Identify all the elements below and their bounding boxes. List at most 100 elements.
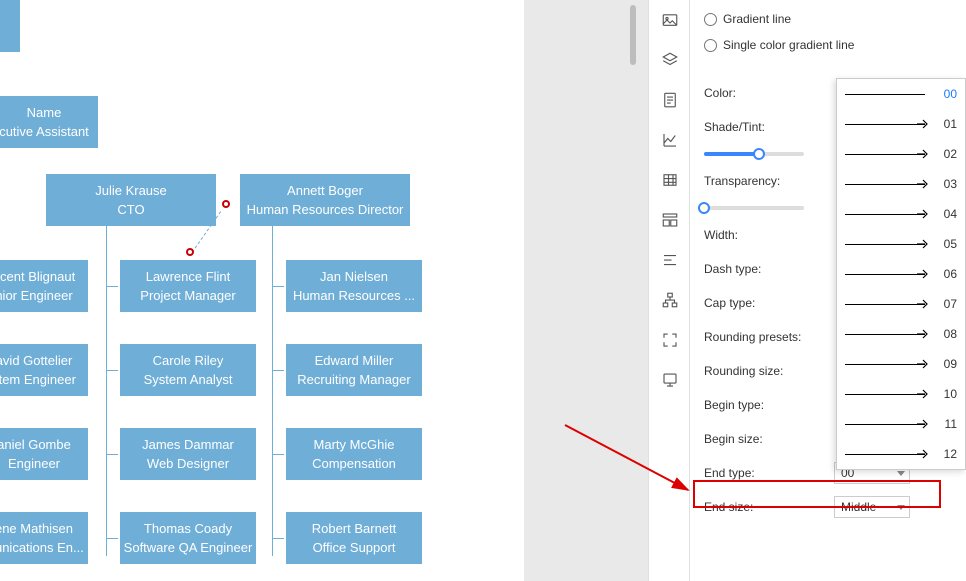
select-value: Middle (841, 500, 876, 514)
dropdown-item-label: 05 (937, 237, 957, 251)
dropdown-item-label: 06 (937, 267, 957, 281)
dropdown-item[interactable]: 00 (837, 79, 965, 109)
prop-label: Transparency: (704, 174, 834, 188)
org-node[interactable]: Marty McGhie Compensation (286, 428, 422, 480)
node-subtitle: Human Resources ... (293, 286, 415, 306)
dropdown-item[interactable]: 10 (837, 379, 965, 409)
arrow-icon (915, 177, 929, 191)
org-node-hr-director[interactable]: Annett Boger Human Resources Director (240, 174, 410, 226)
org-node[interactable]: Lawrence Flint Project Manager (120, 260, 256, 312)
image-icon[interactable] (649, 0, 691, 40)
node-subtitle: Web Designer (147, 454, 229, 474)
node-title: Thomas Coady (144, 519, 232, 539)
prop-label: End type: (704, 466, 834, 480)
slider-thumb[interactable] (698, 202, 710, 214)
org-node[interactable]: Edward Miller Recruiting Manager (286, 344, 422, 396)
drag-handle-end[interactable] (222, 200, 230, 208)
node-title: Julie Krause (95, 181, 167, 201)
chevron-down-icon (897, 471, 905, 476)
dropdown-item-label: 08 (937, 327, 957, 341)
canvas-margin (524, 0, 648, 581)
arrow-icon (915, 357, 929, 371)
dropdown-item[interactable]: 05 (837, 229, 965, 259)
node-title: Name (27, 103, 62, 123)
transparency-slider[interactable] (704, 206, 804, 210)
node-subtitle: Software QA Engineer (124, 538, 253, 558)
dropdown-item[interactable]: 08 (837, 319, 965, 349)
org-node[interactable]: Robert Barnett Office Support (286, 512, 422, 564)
connector (272, 538, 284, 539)
org-node[interactable]: Thomas Coady Software QA Engineer (120, 512, 256, 564)
org-node-assistant[interactable]: Name cutive Assistant (0, 96, 98, 148)
prop-label: Width: (704, 228, 834, 242)
connector (272, 370, 284, 371)
slider-thumb[interactable] (753, 148, 765, 160)
node-title: James Dammar (142, 435, 234, 455)
orgchart-icon[interactable] (649, 280, 691, 320)
radio-input[interactable] (704, 13, 717, 26)
dropdown-item[interactable]: 12 (837, 439, 965, 469)
connector (106, 370, 118, 371)
dropdown-item[interactable]: 07 (837, 289, 965, 319)
dropdown-item[interactable]: 03 (837, 169, 965, 199)
radio-input[interactable] (704, 39, 717, 52)
table-icon[interactable] (649, 160, 691, 200)
node-subtitle: stem Engineer (0, 370, 76, 390)
dropdown-item[interactable]: 06 (837, 259, 965, 289)
org-node[interactable]: Carole Riley System Analyst (120, 344, 256, 396)
org-node[interactable]: Jan Nielsen Human Resources ... (286, 260, 422, 312)
slider-fill (704, 152, 759, 156)
node-title: ene Mathisen (0, 519, 73, 539)
prop-label: Rounding presets: (704, 330, 834, 344)
node-subtitle: Office Support (313, 538, 396, 558)
arrow-icon (915, 207, 929, 221)
node-subtitle: Recruiting Manager (297, 370, 410, 390)
align-icon[interactable] (649, 240, 691, 280)
dropdown-item[interactable]: 09 (837, 349, 965, 379)
org-node-cto[interactable]: Julie Krause CTO (46, 174, 216, 226)
end-type-dropdown[interactable]: 00 01020304 05 06 07 08 0910 11 12 (836, 78, 966, 470)
connector (106, 286, 118, 287)
document-icon[interactable] (649, 80, 691, 120)
radio-single-color-gradient[interactable]: Single color gradient line (704, 32, 966, 58)
connector (272, 226, 273, 556)
org-node[interactable]: ene Mathisen munications En... (0, 512, 88, 564)
dropdown-item[interactable]: 04 (837, 199, 965, 229)
fullscreen-icon[interactable] (649, 320, 691, 360)
arrow-icon (915, 417, 929, 431)
node-subtitle: Project Manager (140, 286, 235, 306)
node-title: avid Gottelier (0, 351, 72, 371)
radio-label: Single color gradient line (723, 38, 854, 52)
presentation-icon[interactable] (649, 360, 691, 400)
chart-icon[interactable] (649, 120, 691, 160)
org-node[interactable]: ncent Blignaut nior Engineer (0, 260, 88, 312)
arrow-icon (915, 147, 929, 161)
radio-label: Gradient line (723, 12, 791, 26)
radio-gradient-line[interactable]: Gradient line (704, 6, 966, 32)
node-title: Edward Miller (315, 351, 394, 371)
org-node[interactable]: James Dammar Web Designer (120, 428, 256, 480)
drag-handle-start[interactable] (186, 248, 194, 256)
dropdown-item-label: 00 (937, 87, 957, 101)
arrow-icon (915, 267, 929, 281)
node-title: Annett Boger (287, 181, 363, 201)
org-chart-canvas[interactable]: Name cutive Assistant Julie Krause CTO A… (0, 0, 524, 581)
dropdown-item[interactable]: 11 (837, 409, 965, 439)
connector (106, 538, 118, 539)
node-subtitle: nior Engineer (0, 286, 73, 306)
org-node[interactable]: avid Gottelier stem Engineer (0, 344, 88, 396)
end-size-select[interactable]: Middle (834, 496, 910, 518)
dropdown-item[interactable]: 02 (837, 139, 965, 169)
dropdown-item[interactable]: 01 (837, 109, 965, 139)
layers-icon[interactable] (649, 40, 691, 80)
layout-icon[interactable] (649, 200, 691, 240)
node-title: aniel Gombe (0, 435, 71, 455)
dropdown-item-label: 11 (937, 417, 957, 431)
arrow-icon (915, 297, 929, 311)
side-tool-rail (648, 0, 690, 581)
arrow-icon (915, 237, 929, 251)
scrollbar-thumb[interactable] (630, 5, 636, 65)
org-node-partial[interactable] (0, 0, 20, 52)
org-node[interactable]: aniel Gombe Engineer (0, 428, 88, 480)
shade-slider[interactable] (704, 152, 804, 156)
